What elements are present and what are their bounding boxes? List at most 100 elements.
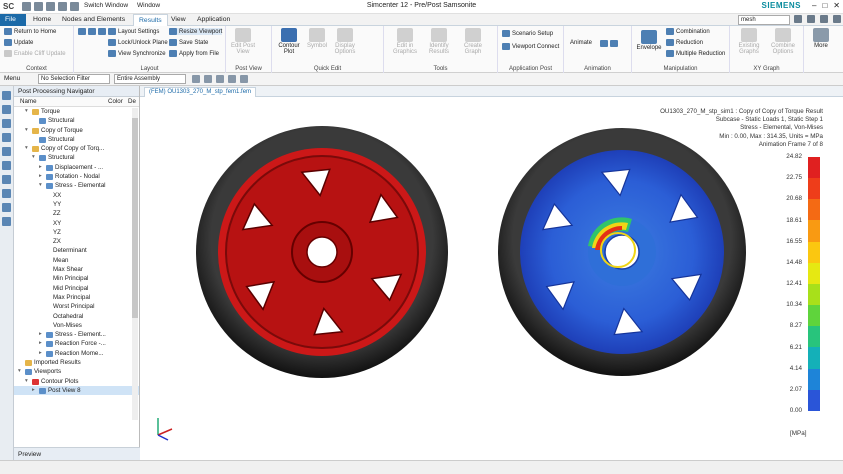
edit-in-graphics-button[interactable]: Edit in Graphics [390, 28, 420, 55]
assembly-icon[interactable] [2, 119, 11, 128]
collapse-icon[interactable]: ▾ [18, 367, 21, 376]
lock-unlock-plane-button[interactable]: Lock/Unlock Plane [108, 39, 168, 46]
collapse-icon[interactable]: ▾ [25, 144, 28, 153]
tab-file[interactable]: File [0, 14, 26, 26]
tab-results[interactable]: Results [133, 14, 168, 26]
edit-post-view-button[interactable]: Edit Post View [228, 28, 258, 55]
collapse-ribbon-icon[interactable] [833, 15, 841, 23]
part-icon[interactable] [2, 105, 11, 114]
maximize-icon[interactable]: □ [822, 1, 827, 10]
web-icon[interactable] [2, 189, 11, 198]
tree-item[interactable]: ▾ Structural [14, 153, 139, 162]
view-synchronize-button[interactable]: View Synchronize [108, 50, 166, 57]
snap-icon[interactable] [216, 75, 224, 83]
tree-item[interactable]: ZX [14, 237, 139, 246]
column-color[interactable]: Color [108, 97, 123, 107]
tree-item[interactable]: ▸ Stress - Element... [14, 330, 139, 339]
search-icon[interactable] [794, 15, 802, 23]
navigator-scrollbar[interactable] [132, 108, 138, 420]
symbol-button[interactable]: Symbol [302, 28, 332, 49]
display-options-button[interactable]: Display Options [330, 28, 360, 55]
pause-icon[interactable] [610, 40, 618, 47]
expand-icon[interactable]: ▸ [39, 339, 42, 348]
tree-item[interactable]: Structural [14, 116, 139, 125]
history-icon[interactable] [2, 133, 11, 142]
filter-icon[interactable] [204, 75, 212, 83]
tree-item[interactable]: ▸ Reaction Force -... [14, 339, 139, 348]
more-button[interactable]: More [806, 28, 836, 49]
tab-nodes-and-elements[interactable]: Nodes and Elements [57, 14, 130, 26]
apply-from-file-button[interactable]: Apply from File [169, 50, 219, 57]
tree-item[interactable]: ▾ Copy of Torque [14, 126, 139, 135]
tree-item[interactable]: ▾ Stress - Elemental [14, 181, 139, 190]
point-icon[interactable] [228, 75, 236, 83]
layout-3-icon[interactable] [98, 28, 106, 35]
tree-item[interactable]: XX [14, 191, 139, 200]
update-button[interactable]: Update [4, 39, 33, 46]
tree-item[interactable]: ZZ [14, 209, 139, 218]
tree-item[interactable]: ▾ Contour Plots [14, 377, 139, 386]
close-icon[interactable]: ✕ [833, 1, 840, 10]
assembly-scope-select[interactable]: Entire Assembly [114, 74, 186, 84]
tree-item[interactable]: YY [14, 200, 139, 209]
tree-item[interactable]: Mean [14, 256, 139, 265]
minimize-icon[interactable]: – [812, 1, 816, 10]
tab-application[interactable]: Application [192, 14, 235, 26]
collapse-icon[interactable]: ▾ [39, 181, 42, 190]
return-to-home-button[interactable]: Return to Home [4, 28, 56, 35]
tree-item[interactable]: Worst Principal [14, 302, 139, 311]
tab-fem-file[interactable]: (FEM) OU1303_270_M_stp_fem1.fem [144, 87, 257, 97]
tree-item[interactable]: Max Principal [14, 293, 139, 302]
settings-icon[interactable] [820, 15, 828, 23]
layout-2-icon[interactable] [88, 28, 96, 35]
enable-cliff-update-button[interactable]: Enable Cliff Update [4, 50, 66, 57]
play-icon[interactable] [600, 40, 608, 47]
scroll-thumb[interactable] [132, 118, 138, 318]
expand-icon[interactable]: ▸ [39, 349, 42, 358]
command-search-input[interactable]: mesh [738, 15, 790, 25]
tree-item[interactable]: Max Shear [14, 265, 139, 274]
expand-icon[interactable]: ▸ [39, 330, 42, 339]
tree-item[interactable]: Min Principal [14, 274, 139, 283]
contour-plot-button[interactable]: Contour Plot [274, 28, 304, 55]
tree-item[interactable]: Mid Principal [14, 284, 139, 293]
save-state-button[interactable]: Save State [169, 39, 208, 46]
navigator-icon[interactable] [2, 91, 11, 100]
expand-icon[interactable]: ▸ [39, 163, 42, 172]
resize-viewport-button[interactable]: Resize Viewport [169, 28, 223, 35]
tree-item[interactable]: Imported Results [14, 358, 139, 367]
graphics-viewport[interactable]: OU1303_270_M_stp_sim1 : Copy of Copy of … [140, 97, 843, 460]
create-graph-button[interactable]: Create Graph [458, 28, 488, 55]
help-icon[interactable] [807, 15, 815, 23]
tree-item[interactable]: ▸ Post View 8 [14, 385, 139, 396]
tree-item[interactable]: ▸ Rotation - Nodal [14, 172, 139, 181]
tab-view[interactable]: View [166, 14, 191, 26]
tree-item[interactable]: Octahedral [14, 312, 139, 321]
tree-item[interactable]: ▸ Reaction Mome... [14, 349, 139, 358]
expand-icon[interactable]: ▸ [39, 172, 42, 181]
collapse-icon[interactable]: ▾ [32, 153, 35, 162]
tree-item[interactable]: Determinant [14, 246, 139, 255]
preview-panel-header[interactable]: Preview [14, 447, 140, 460]
layout-settings-button[interactable]: Layout Settings [108, 28, 159, 35]
select-icon[interactable] [192, 75, 200, 83]
selection-filter-select[interactable]: No Selection Filter [38, 74, 110, 84]
view-icon[interactable] [240, 75, 248, 83]
identify-results-button[interactable]: Identify Results [424, 28, 454, 55]
multiple-reduction-button[interactable]: Multiple Reduction [666, 50, 725, 57]
menu-button[interactable]: Menu [4, 75, 20, 82]
combination-button[interactable]: Combination [666, 28, 710, 35]
simulation-icon[interactable] [2, 147, 11, 156]
scenario-setup-button[interactable]: Scenario Setup [502, 30, 553, 37]
palette-icon[interactable] [2, 175, 11, 184]
tree-item[interactable]: ▸ Displacement - ... [14, 163, 139, 172]
tree-item[interactable]: XY [14, 219, 139, 228]
tree-item[interactable]: ▾ Copy of Copy of Torq... [14, 144, 139, 153]
results-icon[interactable] [2, 161, 11, 170]
collapse-icon[interactable]: ▾ [25, 377, 28, 386]
collapse-icon[interactable]: ▾ [25, 126, 28, 135]
reduction-button[interactable]: Reduction [666, 39, 703, 46]
collapse-icon[interactable]: ▾ [25, 107, 28, 116]
reuse-icon[interactable] [2, 217, 11, 226]
tab-home[interactable]: Home [28, 14, 56, 26]
